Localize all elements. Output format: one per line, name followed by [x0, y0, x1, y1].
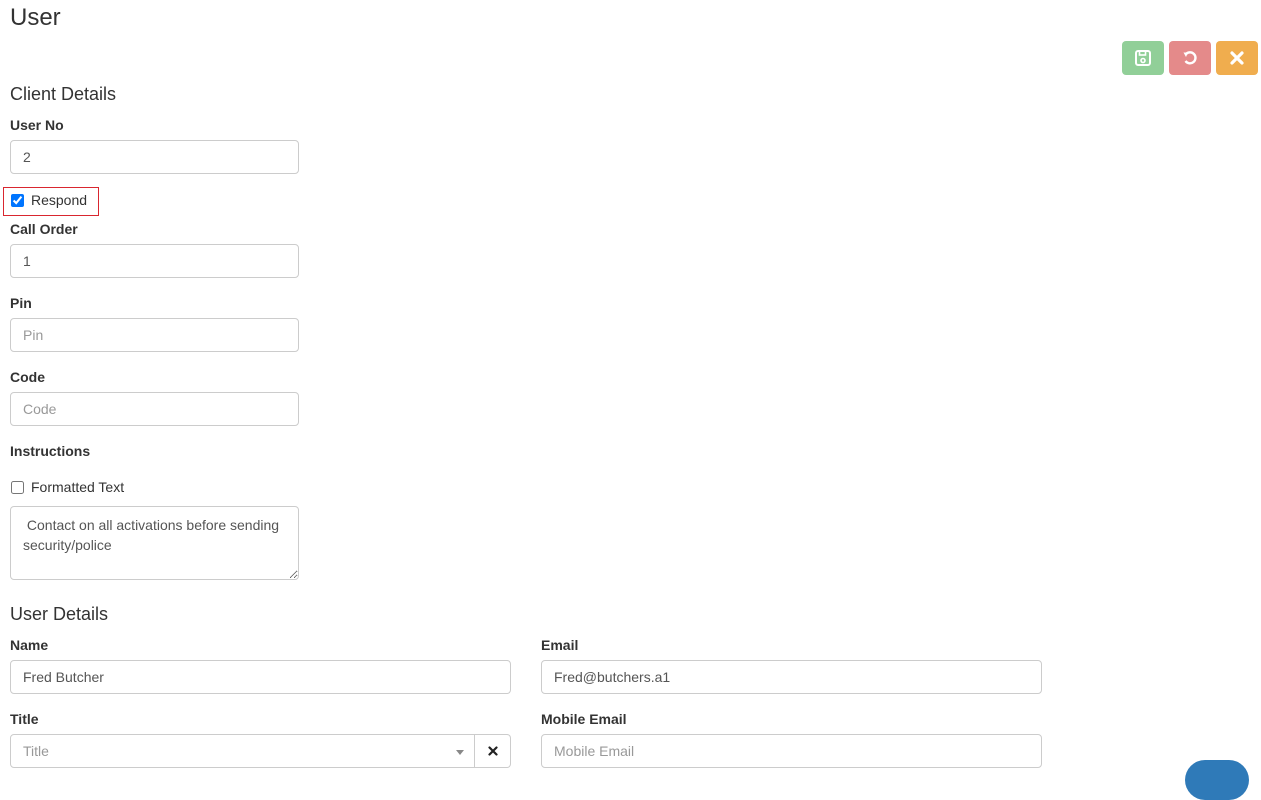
toolbar [1122, 41, 1258, 75]
email-label: Email [541, 637, 579, 653]
user-no-label: User No [10, 117, 64, 133]
title-label: Title [10, 711, 39, 727]
name-input[interactable] [10, 660, 511, 694]
respond-label: Respond [31, 192, 88, 208]
pin-input[interactable] [10, 318, 299, 352]
formatted-text-checkbox[interactable] [11, 480, 24, 494]
pin-label: Pin [10, 295, 32, 311]
respond-checkbox-row[interactable]: Respond [10, 192, 87, 208]
mobile-email-input[interactable] [541, 734, 1042, 768]
user-details-heading: User Details [10, 604, 109, 624]
undo-button[interactable] [1169, 41, 1211, 75]
client-details-heading: Client Details [10, 84, 117, 104]
title-select-group: Title [10, 734, 511, 768]
mobile-email-label: Mobile Email [541, 711, 627, 727]
floppy-disk-icon [1135, 50, 1151, 66]
code-label: Code [10, 369, 45, 385]
email-input[interactable] [541, 660, 1042, 694]
call-order-label: Call Order [10, 221, 78, 237]
undo-icon [1183, 51, 1197, 65]
user-no-input[interactable] [10, 140, 299, 174]
formatted-text-checkbox-row[interactable]: Formatted Text [10, 479, 124, 495]
respond-checkbox[interactable] [11, 193, 24, 207]
title-select-placeholder: Title [23, 743, 49, 759]
close-button[interactable] [1216, 41, 1258, 75]
clear-icon [487, 746, 498, 756]
chat-widget-button[interactable] [1185, 760, 1249, 800]
title-clear-button[interactable] [475, 734, 511, 768]
instructions-label: Instructions [10, 443, 91, 459]
save-button[interactable] [1122, 41, 1164, 75]
name-label: Name [10, 637, 49, 653]
title-select[interactable]: Title [10, 734, 475, 768]
code-input[interactable] [10, 392, 299, 426]
call-order-input[interactable] [10, 244, 299, 278]
formatted-text-label: Formatted Text [31, 479, 125, 495]
instructions-textarea[interactable]: Contact on all activations before sendin… [10, 506, 299, 580]
close-icon [1230, 51, 1244, 65]
chevron-down-icon [456, 750, 464, 755]
page-title: User [10, 4, 61, 31]
